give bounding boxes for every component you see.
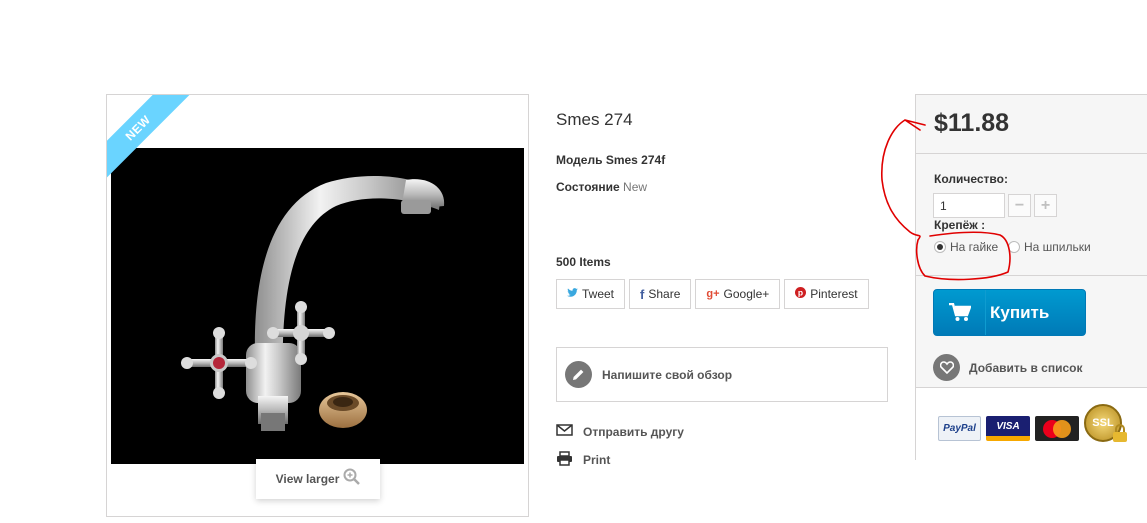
mount-type-label: Крепёж : bbox=[934, 218, 986, 232]
view-larger-button[interactable]: View larger bbox=[256, 459, 380, 499]
model-label: Модель bbox=[556, 153, 603, 167]
add-to-cart-button[interactable]: Купить bbox=[933, 289, 1086, 336]
condition-label: Состояние bbox=[556, 180, 620, 194]
add-to-cart-label: Купить bbox=[990, 302, 1050, 322]
radio-selected-icon[interactable] bbox=[934, 241, 946, 253]
pinterest-icon: p bbox=[795, 287, 807, 301]
envelope-icon bbox=[556, 424, 573, 439]
quantity-label: Количество: bbox=[934, 172, 1008, 186]
items-in-stock: 500 Items bbox=[556, 255, 611, 269]
facebook-share-button[interactable]: f Share bbox=[629, 279, 692, 309]
add-to-wishlist-label: Добавить в список bbox=[969, 360, 1083, 375]
mount-option-stud-label: На шпильки bbox=[1024, 240, 1091, 254]
price-area: $11.88 bbox=[916, 95, 1147, 154]
google-plus-icon: g+ bbox=[706, 288, 720, 300]
view-larger-label: View larger bbox=[275, 472, 340, 486]
tweet-button[interactable]: Tweet bbox=[556, 279, 626, 309]
cart-icon bbox=[934, 290, 986, 335]
visa-logo: VISA bbox=[986, 416, 1030, 441]
twitter-icon bbox=[567, 287, 578, 301]
quantity-increase-button[interactable]: + bbox=[1034, 194, 1057, 217]
new-badge-label: NEW bbox=[122, 112, 154, 144]
print-link[interactable]: Print bbox=[556, 451, 610, 469]
product-image-block: NEW View larger bbox=[106, 94, 529, 517]
share-label: Share bbox=[648, 287, 681, 301]
google-plus-button[interactable]: g+ Google+ bbox=[695, 279, 781, 309]
mount-option-nut-label: На гайке bbox=[950, 240, 999, 254]
facebook-icon: f bbox=[640, 286, 645, 302]
print-label: Print bbox=[583, 453, 611, 467]
mastercard-logo bbox=[1035, 416, 1079, 441]
pinterest-button[interactable]: p Pinterest bbox=[784, 279, 869, 309]
write-review-label: Напишите свой обзор bbox=[602, 367, 733, 382]
product-price: $11.88 bbox=[934, 109, 1010, 137]
payment-methods: PayPal VISA SSL bbox=[916, 387, 1147, 461]
mount-option-stud[interactable]: На шпильки bbox=[1008, 240, 1091, 254]
buy-box: $11.88 Количество: − + Крепёж : На гайке… bbox=[915, 94, 1147, 461]
printer-icon bbox=[556, 451, 573, 469]
social-share-bar: Tweet f Share g+ Google+ p Pinterest bbox=[556, 279, 869, 309]
write-review-button[interactable]: Напишите свой обзор bbox=[556, 347, 888, 402]
quantity-input[interactable] bbox=[933, 193, 1005, 218]
product-photo[interactable] bbox=[111, 148, 524, 464]
product-title: Smes 274 bbox=[556, 110, 633, 129]
radio-unselected-icon[interactable] bbox=[1008, 241, 1020, 253]
send-to-friend-label: Отправить другу bbox=[583, 424, 684, 439]
condition-value: New bbox=[623, 180, 648, 194]
google-plus-label: Google+ bbox=[723, 287, 770, 301]
heart-icon bbox=[933, 354, 960, 381]
buy-box-divider bbox=[916, 275, 1147, 276]
model-value: Smes 274f bbox=[605, 153, 666, 167]
pinterest-label: Pinterest bbox=[810, 287, 858, 301]
mount-option-nut[interactable]: На гайке bbox=[934, 240, 998, 254]
product-model: Модель Smes 274f bbox=[556, 153, 665, 167]
faucet-image bbox=[181, 176, 445, 431]
add-to-wishlist-link[interactable]: Добавить в список bbox=[933, 354, 1082, 381]
svg-text:p: p bbox=[798, 288, 803, 298]
paypal-logo: PayPal bbox=[938, 416, 981, 441]
padlock-icon bbox=[1112, 424, 1128, 442]
product-condition: Состояние New bbox=[556, 180, 647, 194]
zoom-in-icon bbox=[343, 468, 361, 490]
send-to-friend-link[interactable]: Отправить другу bbox=[556, 424, 684, 439]
quantity-decrease-button[interactable]: − bbox=[1008, 194, 1031, 217]
pencil-icon bbox=[565, 361, 592, 388]
tweet-label: Tweet bbox=[582, 287, 615, 301]
